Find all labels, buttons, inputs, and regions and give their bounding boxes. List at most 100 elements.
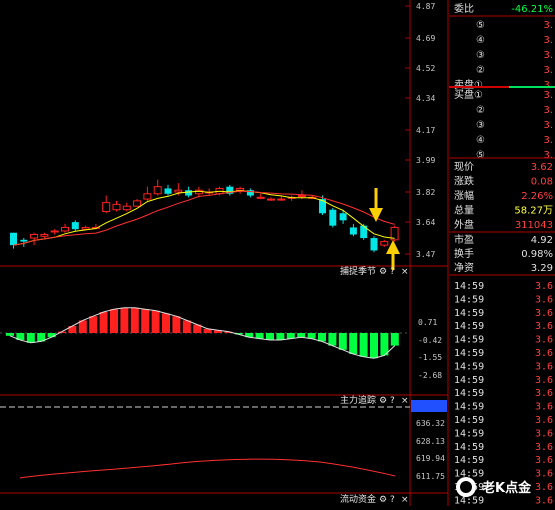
ma-long-line xyxy=(13,190,395,246)
macd-bar xyxy=(162,313,170,333)
price-axis-label: 4.87 xyxy=(416,2,435,11)
sell-level-price: 3. xyxy=(543,50,553,61)
candle-body xyxy=(164,188,172,194)
gear-icon[interactable]: ⚙ xyxy=(379,495,387,505)
price-axis-label: 4.34 xyxy=(416,94,435,103)
candle-body xyxy=(370,238,378,251)
macd-bar xyxy=(47,333,56,338)
stat-value: 0.08 xyxy=(531,177,553,188)
tick-time: 14:59 xyxy=(454,308,484,319)
candle-body xyxy=(174,189,183,193)
buy-level-price: 3. xyxy=(543,135,553,146)
bottom-panel: 流动资金 ⚙ ? × xyxy=(340,493,409,505)
tick-price: 3.6 xyxy=(535,308,553,319)
sell-level-label: ③ xyxy=(476,50,485,61)
macd-bar xyxy=(266,333,274,340)
price-axis-label: 4.52 xyxy=(416,64,435,73)
stat-label: 涨幅 xyxy=(454,189,474,202)
macd-axis-label: -2.68 xyxy=(418,371,442,380)
tick-time: 14:59 xyxy=(454,455,484,466)
tick-list: 14:59 3.6 14:59 3.6 14:59 3.6 14:59 3.6 14:59 3.6… xyxy=(454,281,553,506)
candle-body xyxy=(153,186,162,195)
macd-line xyxy=(9,307,396,359)
close-icon[interactable]: × xyxy=(401,495,409,505)
tick-time: 14:59 xyxy=(454,335,484,346)
candle-body xyxy=(297,195,306,198)
candle-body xyxy=(339,213,347,221)
sell-level-price: 3. xyxy=(543,35,553,46)
flow-panel-title: 主力追踪 xyxy=(340,394,376,406)
macd-bar xyxy=(380,333,389,356)
macd-bar xyxy=(370,333,378,359)
macd-bar xyxy=(172,316,181,333)
macd-histogram xyxy=(6,307,399,359)
macd-bar xyxy=(359,333,368,357)
candle-body xyxy=(329,209,337,226)
tick-time: 14:59 xyxy=(454,348,484,359)
candle-body xyxy=(277,198,286,201)
buy-level-label: ② xyxy=(476,105,485,116)
help-icon[interactable]: ? xyxy=(390,267,395,277)
stat-label: 涨跌 xyxy=(454,175,474,188)
stat-value: 4.92 xyxy=(531,235,553,246)
tick-time: 14:59 xyxy=(454,281,484,292)
tick-time: 14:59 xyxy=(454,375,484,386)
close-icon[interactable]: × xyxy=(401,396,409,406)
macd-bar xyxy=(182,320,191,333)
help-icon[interactable]: ? xyxy=(390,396,395,406)
tick-price: 3.6 xyxy=(535,428,553,439)
candle-body xyxy=(40,234,49,237)
gear-icon[interactable]: ⚙ xyxy=(379,396,387,406)
stat-label: 总量 xyxy=(454,204,474,217)
stat-label: 换手 xyxy=(454,247,474,260)
candle-body xyxy=(71,222,79,230)
tick-time: 14:59 xyxy=(454,428,484,439)
flow-axis-label: 628.13 xyxy=(416,437,445,446)
tick-price: 3.6 xyxy=(535,455,553,466)
close-icon[interactable]: × xyxy=(401,267,409,277)
price-axis-label: 3.47 xyxy=(416,250,435,259)
macd-bar xyxy=(99,312,108,333)
macd-panel-title: 捕捉季节 xyxy=(340,265,376,277)
weibi-value: -46.21% xyxy=(511,4,553,15)
candle-body xyxy=(380,241,389,246)
gear-icon[interactable]: ⚙ xyxy=(379,267,387,277)
macd-bar xyxy=(141,309,150,333)
macd-bar xyxy=(130,307,139,333)
flow-panel: 主力追踪 ⚙ ? × 644.18636.32628.13619.94611.7… xyxy=(0,394,447,481)
help-icon[interactable]: ? xyxy=(390,495,395,505)
stat-label: 市盈 xyxy=(454,233,474,246)
candle-body xyxy=(50,230,59,233)
sell-level-label: ④ xyxy=(476,35,485,46)
tick-time: 14:59 xyxy=(454,321,484,332)
macd-bar xyxy=(390,333,399,346)
stock-chart-window: 4.87 4.69 4.52 4.34 4.17 3.99 3.82 3.64 3.47 捕捉季… xyxy=(0,0,555,506)
candle-body xyxy=(112,203,121,211)
stat-value: 3.62 xyxy=(531,162,553,173)
candlestick-series xyxy=(10,179,399,253)
flow-axis-label: 619.94 xyxy=(416,454,445,463)
stat-label: 净资 xyxy=(454,261,474,274)
buy-level-price: 3. xyxy=(543,90,553,101)
price-axis-label: 4.17 xyxy=(416,126,435,135)
macd-axis-label: -1.55 xyxy=(418,353,442,362)
candle-body xyxy=(256,196,265,199)
quote-panel: 委比 -46.21%⑤ 3.④ 3.③ 3.② 3.卖盘① 3.买盘① 3.② 3.③ 3.④ 3.… xyxy=(449,2,555,276)
tick-time: 14:59 xyxy=(454,388,484,399)
buy-level-label: ③ xyxy=(476,120,485,131)
macd-axis-label: 0.71 xyxy=(418,318,437,327)
flow-axis-label: 636.32 xyxy=(416,419,445,428)
macd-bar xyxy=(89,316,98,333)
tick-time: 14:59 xyxy=(454,361,484,372)
candle-body xyxy=(30,234,39,239)
candle-body xyxy=(10,232,17,246)
tick-price: 3.6 xyxy=(535,495,553,506)
stat-label: 现价 xyxy=(454,161,474,173)
stat-value: 0.98% xyxy=(521,249,553,260)
tick-time: 14:59 xyxy=(454,495,484,506)
tick-time: 14:59 xyxy=(454,415,484,426)
sell-level-price: 3. xyxy=(543,20,553,31)
tick-time: 14:59 xyxy=(454,294,484,305)
macd-bar xyxy=(6,333,14,336)
tick-price: 3.6 xyxy=(535,388,553,399)
